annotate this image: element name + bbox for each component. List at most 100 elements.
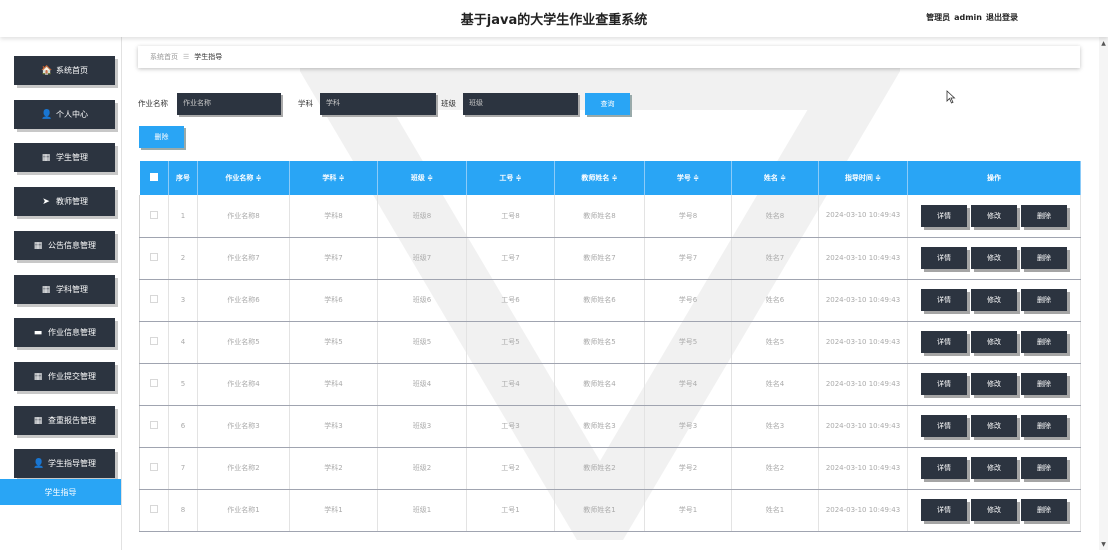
delete-button[interactable]: 删除 [1021, 289, 1067, 311]
send-icon: ➤ [42, 196, 50, 207]
table-cell: 教师姓名4 [554, 363, 645, 406]
row-checkbox[interactable] [150, 295, 158, 303]
batch-delete-button[interactable]: 删除 [139, 126, 184, 148]
table-cell: 5 [168, 363, 198, 406]
row-checkbox[interactable] [150, 210, 158, 219]
column-header[interactable]: 工号 ≑ [466, 161, 555, 195]
delete-button[interactable]: 删除 [1021, 373, 1067, 395]
username: admin [954, 13, 982, 22]
table-cell: 7 [168, 447, 198, 490]
edit-button[interactable]: 修改 [971, 247, 1017, 269]
delete-button[interactable]: 删除 [1021, 457, 1067, 479]
row-checkbox[interactable] [150, 253, 158, 261]
scroll-up-arrow-icon[interactable]: ▲ [1100, 40, 1107, 47]
edit-button[interactable]: 修改 [971, 457, 1017, 479]
table-cell: 学号1 [644, 489, 732, 532]
delete-button[interactable]: 删除 [1021, 204, 1067, 227]
sidebar-item-10[interactable]: 👤 学生指导管理 [14, 449, 115, 478]
breadcrumb-home[interactable]: 系统首页 [150, 52, 178, 62]
table-cell: 作业名称7 [197, 237, 290, 280]
sidebar-item-6[interactable]: ▦ 学科管理 [14, 275, 115, 304]
sidebar-item-4[interactable]: ➤ 教师管理 [14, 187, 115, 216]
table-cell: 作业名称1 [197, 489, 290, 532]
table-cell: 教师姓名2 [554, 447, 645, 490]
detail-button[interactable]: 详情 [921, 457, 967, 479]
table-row: 3 作业名称6 学科6 班级6 工号6 教师姓名6 学号6 姓名6 2024-03-10 10:… [139, 279, 1081, 322]
row-checkbox[interactable] [150, 463, 158, 471]
sidebar-item-2[interactable]: 👤 个人中心 [14, 100, 115, 129]
table-cell: 班级7 [377, 237, 467, 280]
column-header[interactable]: 学科 ≑ [289, 161, 378, 195]
homework-name-input[interactable] [177, 93, 281, 115]
detail-button[interactable]: 详情 [921, 247, 967, 269]
table-cell: 工号5 [466, 321, 555, 364]
page-scrollbar[interactable] [1099, 37, 1108, 550]
sidebar-item-9[interactable]: ▦ 查重报告管理 [14, 406, 115, 435]
logout-link[interactable]: 退出登录 [986, 13, 1018, 22]
row-checkbox[interactable] [150, 421, 158, 429]
select-all-checkbox[interactable] [149, 173, 158, 181]
detail-button[interactable]: 详情 [921, 373, 967, 395]
table-cell: 教师姓名8 [554, 195, 645, 238]
edit-button[interactable]: 修改 [971, 331, 1017, 353]
row-checkbox[interactable] [150, 379, 158, 387]
table-header-row: 序号 作业名称 ≑ 学科 ≑ 班级 ≑ 工号 ≑ 教师姓名 ≑ 学号 ≑ 姓名 ≑ 指导时间 ≑… [139, 161, 1081, 195]
table-cell: 姓名4 [731, 363, 819, 406]
table-cell: 学号8 [644, 195, 732, 238]
delete-button[interactable]: 删除 [1021, 415, 1067, 437]
table-cell: 学号7 [644, 237, 732, 280]
search-button[interactable]: 查询 [585, 93, 630, 115]
table-cell: 工号6 [466, 279, 555, 322]
actions-cell: 详情 修改 删除 [907, 405, 1081, 448]
scroll-down-arrow-icon[interactable]: ▼ [1100, 541, 1107, 548]
grid-icon: ▦ [41, 284, 51, 295]
edit-button[interactable]: 修改 [971, 289, 1017, 311]
sidebar-item-8[interactable]: ▦ 作业提交管理 [14, 362, 115, 391]
column-header[interactable]: 姓名 ≑ [731, 161, 819, 195]
subject-input[interactable] [320, 93, 436, 115]
table-cell: 作业名称8 [197, 195, 290, 238]
column-header[interactable]: 班级 ≑ [377, 161, 467, 195]
detail-button[interactable]: 详情 [921, 499, 967, 521]
table-cell: 学科2 [289, 447, 378, 490]
table-row: 2 作业名称7 学科7 班级7 工号7 教师姓名7 学号7 姓名7 2024-03-10 10:… [139, 237, 1081, 280]
detail-button[interactable]: 详情 [921, 415, 967, 437]
table-cell: 作业名称5 [197, 321, 290, 364]
table-cell: 2 [168, 237, 198, 280]
delete-button[interactable]: 删除 [1021, 247, 1067, 269]
row-checkbox[interactable] [150, 505, 158, 513]
table-cell: 6 [168, 405, 198, 448]
delete-button[interactable]: 删除 [1021, 499, 1067, 521]
column-header[interactable]: 指导时间 ≑ [818, 161, 908, 195]
row-checkbox[interactable] [150, 337, 158, 345]
sidebar-subitem-active[interactable]: 学生指导 [0, 479, 121, 505]
edit-button[interactable]: 修改 [971, 373, 1017, 395]
table-cell: 姓名6 [731, 279, 819, 322]
sidebar-item-3[interactable]: ▦ 学生管理 [14, 143, 115, 172]
table-row: 5 作业名称4 学科4 班级4 工号4 教师姓名4 学号4 姓名4 2024-03-10 10:… [139, 363, 1081, 406]
table-cell: 姓名2 [731, 447, 819, 490]
table-cell: 学科8 [289, 195, 378, 238]
sidebar-item-7[interactable]: ▬ 作业信息管理 [14, 318, 115, 347]
row-select-cell [139, 363, 169, 406]
edit-button[interactable]: 修改 [971, 204, 1017, 227]
detail-button[interactable]: 详情 [921, 204, 967, 227]
table-cell: 姓名1 [731, 489, 819, 532]
sidebar-item-5[interactable]: ▦ 公告信息管理 [14, 231, 115, 260]
delete-button[interactable]: 删除 [1021, 331, 1067, 353]
detail-button[interactable]: 详情 [921, 331, 967, 353]
table-cell: 班级3 [377, 405, 467, 448]
sidebar-item-1[interactable]: 🏠 系统首页 [14, 56, 115, 85]
table-cell: 班级1 [377, 489, 467, 532]
column-header[interactable]: 作业名称 ≑ [197, 161, 290, 195]
edit-button[interactable]: 修改 [971, 415, 1017, 437]
column-header[interactable]: 教师姓名 ≑ [554, 161, 645, 195]
user-icon: 👤 [33, 458, 45, 469]
column-header: 操作 [907, 161, 1081, 195]
edit-button[interactable]: 修改 [971, 499, 1017, 521]
breadcrumb: 系统首页 ☰ 学生指导 [138, 46, 1080, 68]
class-input[interactable] [463, 93, 578, 115]
table-cell: 学号2 [644, 447, 732, 490]
column-header[interactable]: 学号 ≑ [644, 161, 732, 195]
detail-button[interactable]: 详情 [921, 289, 967, 311]
